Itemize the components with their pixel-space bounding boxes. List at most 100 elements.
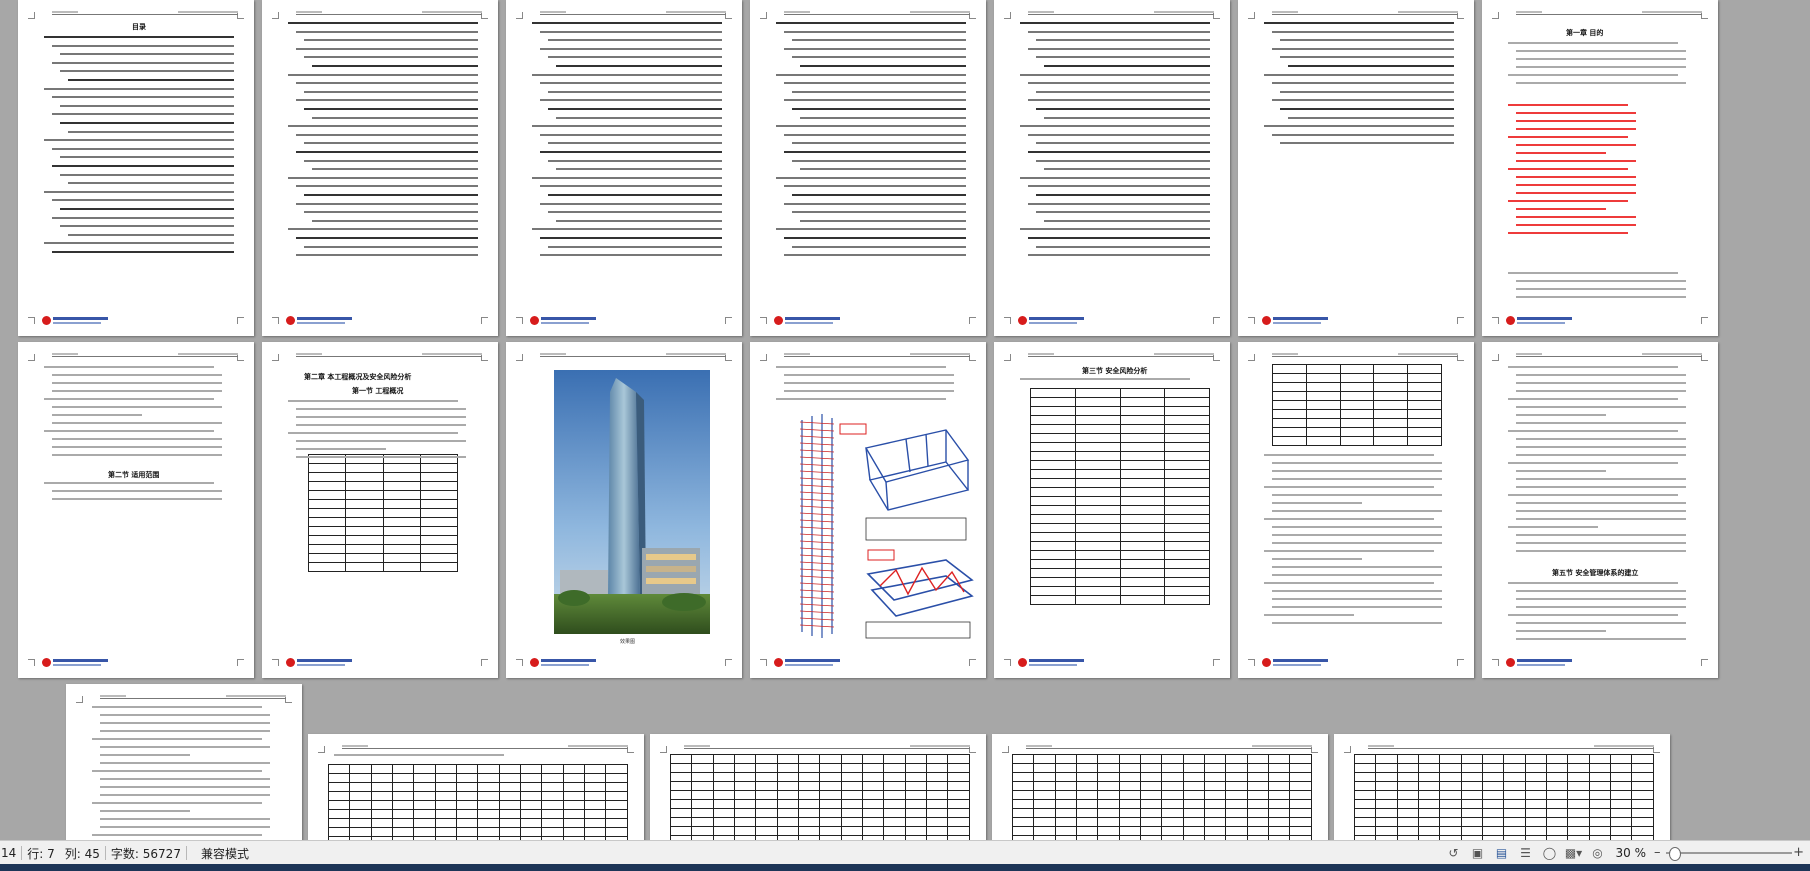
page-risk-list[interactable] xyxy=(1238,342,1474,678)
row-indicator[interactable]: 行: 7 xyxy=(22,845,60,862)
outline-view-icon[interactable]: ☰ xyxy=(1518,845,1534,861)
table-cell xyxy=(1418,808,1441,818)
table-cell xyxy=(327,773,351,783)
table-cell xyxy=(1119,433,1166,443)
table-cell xyxy=(1161,790,1184,800)
table-cell xyxy=(1503,754,1526,764)
table-cell xyxy=(1164,577,1210,587)
toc-line xyxy=(784,30,966,33)
table-cell xyxy=(1074,415,1121,425)
text-line xyxy=(1516,128,1636,130)
text-line xyxy=(1516,446,1686,448)
page-toc-5[interactable] xyxy=(994,0,1230,336)
web-view-icon[interactable]: ◯ xyxy=(1542,845,1558,861)
table-cell xyxy=(1610,799,1633,809)
table-cell xyxy=(477,800,500,810)
table-cell xyxy=(1164,487,1210,497)
table-cell xyxy=(1054,763,1078,773)
table-cell xyxy=(382,472,421,482)
text-line xyxy=(1272,622,1442,624)
toc-line xyxy=(1280,108,1454,110)
table-cell xyxy=(520,818,543,828)
history-icon[interactable]: ↺ xyxy=(1446,845,1462,861)
zoom-in-icon[interactable]: + xyxy=(1793,845,1804,861)
zoom-slider[interactable]: – + xyxy=(1654,845,1804,861)
risk-heading: 第三节 安全风险分析 xyxy=(1082,367,1148,375)
table-cell xyxy=(1074,460,1121,470)
table-cell xyxy=(456,800,479,810)
table-cell xyxy=(1054,817,1078,827)
chapter2-section-title: 第一节 工程概况 xyxy=(352,387,404,395)
company-logo xyxy=(530,658,600,668)
page-scope[interactable]: 第二节 适用范围 xyxy=(18,342,254,678)
text-line xyxy=(1272,566,1442,568)
page-table-3[interactable] xyxy=(992,734,1328,840)
table-cell xyxy=(1161,781,1184,791)
toc-line xyxy=(312,65,478,67)
table-cell xyxy=(1353,763,1377,773)
document-canvas[interactable]: 目录 第一章 目的 第二节 适用范围 第二章 本工程概况及安全风险分析 第一节 … xyxy=(0,0,1810,840)
page-toc-4[interactable] xyxy=(750,0,986,336)
word-count[interactable]: 字数: 56727 xyxy=(106,845,186,862)
toc-line xyxy=(800,168,966,171)
table-cell xyxy=(392,818,415,828)
zoom-slider-thumb[interactable] xyxy=(1668,847,1681,861)
table-cell xyxy=(1524,754,1548,764)
text-line xyxy=(1516,390,1686,392)
zoom-level[interactable]: 30 % xyxy=(1616,846,1647,860)
text-line xyxy=(100,826,270,828)
table-cell xyxy=(1272,382,1307,392)
page-table-1[interactable] xyxy=(308,734,644,840)
page-indicator[interactable]: 14 xyxy=(0,846,21,860)
scope-heading: 第二节 适用范围 xyxy=(108,471,160,479)
table-cell xyxy=(1272,364,1307,374)
text-line xyxy=(92,770,262,772)
table-cell xyxy=(1076,826,1099,836)
table-cell xyxy=(904,781,928,791)
table-cell xyxy=(1030,451,1076,461)
page-table-4[interactable] xyxy=(1334,734,1670,840)
table-cell xyxy=(498,800,522,810)
table-cell xyxy=(755,799,778,809)
page-rendering[interactable]: 效果图 xyxy=(506,342,742,678)
toc-line xyxy=(1288,116,1454,119)
toc-line xyxy=(800,219,966,222)
page-table-2[interactable] xyxy=(650,734,986,840)
toc-line xyxy=(792,90,966,93)
page-structure[interactable] xyxy=(750,342,986,678)
company-logo xyxy=(774,658,844,668)
table-cell xyxy=(1225,808,1248,818)
table-cell xyxy=(1033,772,1056,782)
table-cell xyxy=(584,791,607,801)
page-toc-1[interactable]: 目录 xyxy=(18,0,254,336)
reading-mode-icon[interactable]: ▩▾ xyxy=(1565,845,1582,861)
toc-line xyxy=(792,211,966,214)
tower-floor-line xyxy=(799,547,835,551)
page-risk-table[interactable]: 第三节 安全风险分析 xyxy=(994,342,1230,678)
table-cell xyxy=(1353,772,1377,782)
page-toc-6[interactable] xyxy=(1238,0,1474,336)
eye-protection-icon[interactable]: ◎ xyxy=(1590,845,1606,861)
table-cell xyxy=(1182,790,1206,800)
page-chapter1[interactable]: 第一章 目的 xyxy=(1482,0,1718,336)
text-line xyxy=(52,406,222,408)
table-cell xyxy=(382,499,421,509)
fullscreen-icon[interactable]: ▣ xyxy=(1470,845,1486,861)
table-cell xyxy=(1011,781,1035,791)
page-management[interactable]: 第五节 安全管理体系的建立 xyxy=(1482,342,1718,678)
table-cell xyxy=(1030,487,1076,497)
page-view-icon[interactable]: ▤ xyxy=(1494,845,1510,861)
page-chapter2[interactable]: 第二章 本工程概况及安全风险分析 第一节 工程概况 xyxy=(262,342,498,678)
page-toc-3[interactable] xyxy=(506,0,742,336)
page-toc-2[interactable] xyxy=(262,0,498,336)
table-cell xyxy=(1246,772,1270,782)
text-line xyxy=(1508,526,1598,528)
table-cell xyxy=(734,781,757,791)
table-cell xyxy=(1119,568,1166,578)
zoom-out-icon[interactable]: – xyxy=(1654,845,1661,861)
toc-line xyxy=(776,125,966,128)
page-personnel[interactable] xyxy=(66,684,302,840)
column-indicator[interactable]: 列: 45 xyxy=(60,845,105,862)
table-cell xyxy=(1373,427,1409,437)
text-line xyxy=(100,762,270,764)
